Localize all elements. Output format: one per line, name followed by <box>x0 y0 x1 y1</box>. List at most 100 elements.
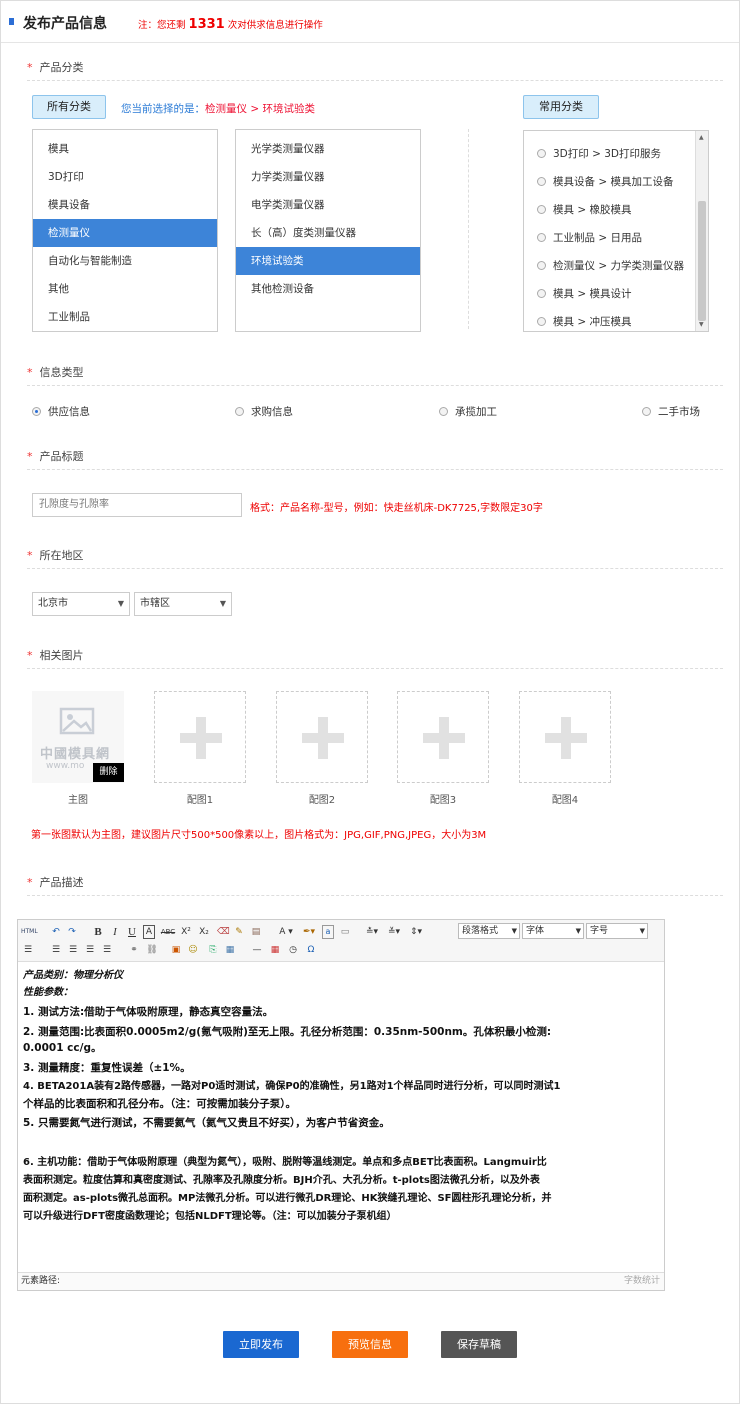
chevron-down-icon: ▼ <box>117 599 124 608</box>
radio-checked-icon[interactable] <box>32 407 41 416</box>
underline-icon[interactable]: U <box>126 925 138 939</box>
scrollbar-thumb[interactable] <box>698 201 706 321</box>
unlink-icon[interactable]: ⛓ <box>145 943 159 957</box>
editor-content[interactable]: 产品类别：物理分析仪 性能参数： 1. 测试方法:借助于气体吸附原理，静态真空容… <box>23 968 659 1226</box>
radio-icon[interactable] <box>537 289 546 298</box>
radio-icon[interactable] <box>537 177 546 186</box>
row-spacing-top-icon[interactable]: ≛▾ <box>363 925 381 939</box>
list-item[interactable]: 模具 > 橡胶模具 <box>524 196 708 224</box>
content-line: 0.0001 cc/g。 <box>23 1042 102 1054</box>
align-center-icon[interactable]: ☰ <box>67 943 79 957</box>
list-item[interactable]: 模具 > 模具设计 <box>524 280 708 308</box>
link-icon[interactable]: ⚭ <box>127 943 141 957</box>
list-item[interactable]: 模具 <box>33 135 217 163</box>
list-item[interactable]: 长（高）度类测量仪器 <box>236 219 420 247</box>
radio-icon[interactable] <box>235 407 244 416</box>
font-color-icon[interactable]: A ▾ <box>277 925 295 939</box>
list-item[interactable]: 模具设备 > 模具加工设备 <box>524 168 708 196</box>
list-item[interactable]: 电学类测量仪器 <box>236 191 420 219</box>
undo-icon[interactable]: ↶ <box>50 925 62 939</box>
radio-icon[interactable] <box>537 233 546 242</box>
horizontal-rule-icon[interactable]: — <box>250 943 264 957</box>
font-family-select[interactable]: 字体 ▼ <box>522 923 584 939</box>
column-divider <box>468 129 469 329</box>
list-item-selected[interactable]: 检测量仪 <box>33 219 217 247</box>
highlight-color-icon[interactable]: ✒▾ <box>300 925 318 939</box>
image-slot-3[interactable] <box>397 691 489 783</box>
publish-button[interactable]: 立即发布 <box>223 1331 299 1358</box>
image-icon[interactable]: ▣ <box>169 943 183 957</box>
word-count-label[interactable]: 字数统计 <box>624 1273 660 1290</box>
radio-icon[interactable] <box>439 407 448 416</box>
delete-image-button[interactable]: 删除 <box>93 763 124 782</box>
content-line: 个样品的比表面积和孔径分布。（注：可按需加装分子泵）。 <box>23 1097 296 1110</box>
image-slot-1[interactable] <box>154 691 246 783</box>
radio-icon[interactable] <box>537 205 546 214</box>
info-type-secondhand[interactable]: 二手市场 <box>642 404 700 419</box>
select-all-icon[interactable]: a <box>322 925 334 939</box>
all-categories-button[interactable]: 所有分类 <box>32 95 106 119</box>
radio-icon[interactable] <box>537 149 546 158</box>
district-select[interactable]: 市辖区 ▼ <box>134 592 232 616</box>
list-item[interactable]: 其他检测设备 <box>236 275 420 303</box>
list-item-selected[interactable]: 环境试验类 <box>236 247 420 275</box>
list-item[interactable]: 工业制品 <box>33 303 217 331</box>
product-title-input[interactable]: 孔隙度与孔隙率 <box>32 493 242 517</box>
indent-icon[interactable]: ☰ <box>22 943 34 957</box>
list-item[interactable]: 工业制品 > 日用品 <box>524 224 708 252</box>
attachment-icon[interactable]: ⎘ <box>206 943 220 957</box>
list-item[interactable]: 3D打印 > 3D打印服务 <box>524 140 708 168</box>
bold-icon[interactable]: B <box>92 925 104 939</box>
line-height-icon[interactable]: ⇕▾ <box>407 925 425 939</box>
list-item[interactable]: 光学类测量仪器 <box>236 135 420 163</box>
special-char-icon[interactable]: Ω <box>304 943 318 957</box>
image-slot-4[interactable] <box>519 691 611 783</box>
align-justify-icon[interactable]: ☰ <box>101 943 113 957</box>
eraser-icon[interactable]: ⌫ <box>217 925 230 939</box>
main-image-slot[interactable]: 中國模具網 www.mo 删除 <box>32 691 124 783</box>
list-item-label: 模具 > 冲压模具 <box>553 316 632 328</box>
redo-icon[interactable]: ↷ <box>66 925 78 939</box>
list-item[interactable]: 模具 > 冲压模具 <box>524 308 708 331</box>
save-draft-button[interactable]: 保存草稿 <box>441 1331 517 1358</box>
map-icon[interactable]: ▦ <box>223 943 237 957</box>
radio-icon[interactable] <box>642 407 651 416</box>
time-icon[interactable]: ◷ <box>286 943 300 957</box>
preview-button[interactable]: 预览信息 <box>332 1331 408 1358</box>
list-item[interactable]: 检测量仪 > 力学类测量仪器 <box>524 252 708 280</box>
image-slot-2[interactable] <box>276 691 368 783</box>
list-item[interactable]: 力学类测量仪器 <box>236 163 420 191</box>
emotion-icon[interactable]: ☺ <box>186 943 200 957</box>
list-item[interactable]: 自动化与智能制造 <box>33 247 217 275</box>
plus-icon <box>439 717 449 759</box>
html-source-icon[interactable]: HTML <box>21 925 38 939</box>
strikethrough-icon[interactable]: ABC <box>160 925 176 939</box>
format-brush-icon[interactable]: ✎ <box>233 925 245 939</box>
common-categories-button[interactable]: 常用分类 <box>523 95 599 119</box>
radio-icon[interactable] <box>537 261 546 270</box>
scroll-down-arrow-icon[interactable]: ▼ <box>699 321 704 328</box>
font-size-select[interactable]: 字号 ▼ <box>586 923 648 939</box>
radio-icon[interactable] <box>537 317 546 326</box>
info-type-processing[interactable]: 承揽加工 <box>439 404 497 419</box>
info-type-purchase[interactable]: 求购信息 <box>235 404 293 419</box>
subscript-icon[interactable]: X₂ <box>197 925 211 939</box>
scroll-up-arrow-icon[interactable]: ▲ <box>699 134 704 141</box>
row-spacing-bottom-icon[interactable]: ≚▾ <box>385 925 403 939</box>
italic-icon[interactable]: I <box>109 925 121 939</box>
align-right-icon[interactable]: ☰ <box>84 943 96 957</box>
list-item[interactable]: 3D打印 <box>33 163 217 191</box>
city-select[interactable]: 北京市 ▼ <box>32 592 130 616</box>
list-item[interactable]: 其他 <box>33 275 217 303</box>
font-border-icon[interactable]: A <box>143 925 155 939</box>
date-icon[interactable]: ▦ <box>268 943 282 957</box>
list-item[interactable]: 模具设备 <box>33 191 217 219</box>
paragraph-format-select[interactable]: 段落格式 ▼ <box>458 923 520 939</box>
paste-icon[interactable]: ▤ <box>250 925 262 939</box>
align-left-icon[interactable]: ☰ <box>50 943 62 957</box>
chevron-down-icon: ▼ <box>511 927 517 935</box>
superscript-icon[interactable]: X² <box>179 925 193 939</box>
frequent-list-scrollbar[interactable]: ▲ ▼ <box>695 131 708 331</box>
clear-doc-icon[interactable]: ▭ <box>339 925 351 939</box>
info-type-supply[interactable]: 供应信息 <box>32 404 90 419</box>
